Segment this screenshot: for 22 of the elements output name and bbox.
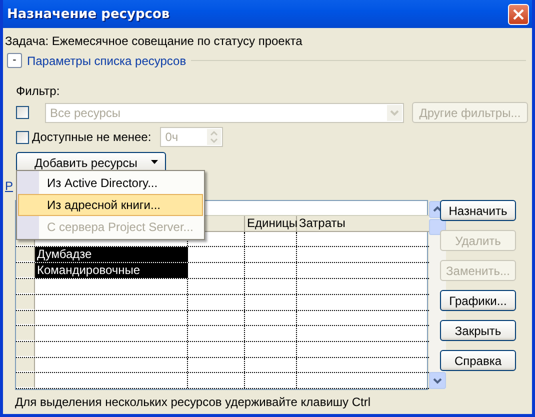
hint-text: Для выделения нескольких ресурсов удерживайте клавишу Ctrl [15, 395, 371, 409]
table-cell[interactable]: Командировочные [35, 263, 188, 278]
column-header[interactable]: Затраты [297, 216, 429, 231]
section-title: Параметры списка ресурсов [27, 54, 186, 68]
row-header[interactable] [16, 358, 35, 372]
task-label: Задача: Ежемесячное совещание по статусу проекта [4, 33, 302, 49]
dialog-button[interactable]: Назначить [440, 200, 516, 221]
filter-label: Фильтр: [16, 84, 60, 99]
menu-item[interactable]: Из адресной книги... [18, 194, 203, 216]
row-header[interactable] [16, 310, 35, 326]
collapse-toggle[interactable]: - [7, 53, 22, 68]
caret-icon [151, 160, 160, 165]
dialog-button[interactable]: Справка [440, 350, 516, 371]
window-title: Назначение ресурсов [7, 6, 170, 22]
menu-item[interactable]: Из Active Directory... [18, 172, 203, 194]
close-icon[interactable] [508, 4, 529, 24]
resources-link[interactable]: Р [5, 179, 14, 193]
dialog-button[interactable]: Закрыть [440, 320, 516, 341]
table-cell[interactable]: Думбадзе [35, 247, 188, 262]
available-label: Доступные не менее: [32, 130, 152, 144]
dialog-button[interactable]: Графики... [440, 290, 516, 311]
column-header[interactable]: Единицы [245, 216, 297, 231]
